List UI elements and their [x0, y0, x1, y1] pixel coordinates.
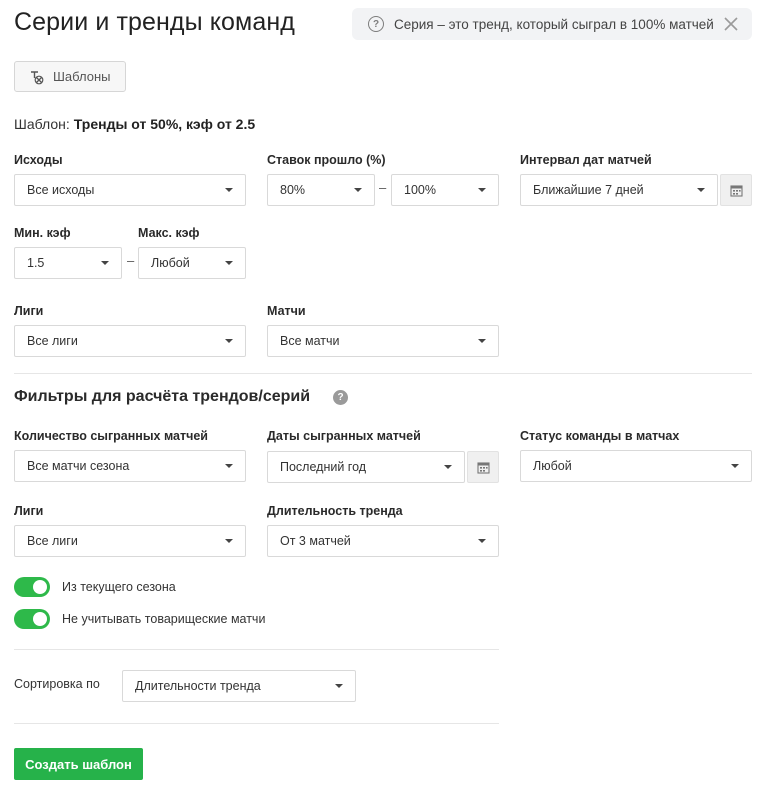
- chevron-down-icon: [444, 465, 452, 469]
- trend-leagues-value: Все лиги: [27, 534, 78, 548]
- hint-text: Серия – это тренд, который сыграл в 100%…: [394, 16, 714, 32]
- page-title: Серии и тренды команд: [14, 8, 295, 36]
- played-dates-label: Даты сыгранных матчей: [267, 429, 421, 443]
- played-count-select[interactable]: Все матчи сезона: [14, 450, 246, 482]
- trend-length-label: Длительность тренда: [267, 504, 403, 518]
- trend-length-value: От 3 матчей: [280, 534, 351, 548]
- matches-label: Матчи: [267, 304, 306, 318]
- played-dates-value: Последний год: [280, 460, 367, 474]
- leagues-select[interactable]: Все лиги: [14, 325, 246, 357]
- team-status-value: Любой: [533, 459, 572, 473]
- sort-value: Длительности тренда: [135, 679, 261, 693]
- exclude-friendlies-label: Не учитывать товарищеские матчи: [62, 612, 266, 626]
- trend-length-select[interactable]: От 3 матчей: [267, 525, 499, 557]
- bets-passed-from-select[interactable]: 80%: [267, 174, 375, 206]
- bets-passed-label: Ставок прошло (%): [267, 153, 386, 167]
- bets-passed-to-value: 100%: [404, 183, 436, 197]
- current-template-name: Тренды от 50%, кэф от 2.5: [73, 116, 256, 132]
- chevron-down-icon: [225, 464, 233, 468]
- bets-passed-to-select[interactable]: 100%: [391, 174, 499, 206]
- chevron-down-icon: [354, 188, 362, 192]
- played-dates-select[interactable]: Последний год: [267, 451, 465, 483]
- templates-icon: [31, 70, 44, 84]
- trend-leagues-select[interactable]: Все лиги: [14, 525, 246, 557]
- min-odds-value: 1.5: [27, 256, 45, 270]
- chevron-down-icon: [225, 261, 233, 265]
- min-odds-select[interactable]: 1.5: [14, 247, 122, 279]
- chevron-down-icon: [697, 188, 705, 192]
- outcomes-select[interactable]: Все исходы: [14, 174, 246, 206]
- exclude-friendlies-toggle[interactable]: [14, 609, 50, 629]
- team-status-select[interactable]: Любой: [520, 450, 752, 482]
- chevron-down-icon: [101, 261, 109, 265]
- date-interval-select[interactable]: Ближайшие 7 дней: [520, 174, 718, 206]
- date-interval-calendar-button[interactable]: [720, 174, 752, 206]
- templates-button-label: Шаблоны: [53, 69, 111, 84]
- sort-divider-bottom: [14, 723, 499, 724]
- chevron-down-icon: [478, 539, 486, 543]
- played-count-label: Количество сыгранных матчей: [14, 429, 208, 443]
- range-separator: –: [127, 253, 135, 268]
- current-season-label: Из текущего сезона: [62, 580, 176, 594]
- current-season-toggle[interactable]: [14, 577, 50, 597]
- range-separator: –: [379, 180, 387, 195]
- trend-filters-title: Фильтры для расчёта трендов/серий: [14, 388, 311, 405]
- calendar-icon: [476, 461, 490, 474]
- close-icon[interactable]: [722, 15, 740, 33]
- current-template: Шаблон: Тренды от 50%, кэф от 2.5: [14, 116, 255, 132]
- date-interval-value: Ближайшие 7 дней: [533, 183, 644, 197]
- outcomes-value: Все исходы: [27, 183, 95, 197]
- matches-select[interactable]: Все матчи: [267, 325, 499, 357]
- section-divider: [14, 373, 752, 374]
- min-odds-label: Мин. кэф: [14, 226, 71, 240]
- calendar-icon: [729, 184, 743, 197]
- matches-value: Все матчи: [280, 334, 340, 348]
- help-icon[interactable]: ?: [333, 390, 348, 405]
- team-status-label: Статус команды в матчах: [520, 429, 680, 443]
- create-template-button[interactable]: Создать шаблон: [14, 748, 143, 780]
- chevron-down-icon: [478, 339, 486, 343]
- templates-button[interactable]: Шаблоны: [14, 61, 126, 92]
- current-template-prefix: Шаблон:: [14, 116, 70, 132]
- hint-banner: ? Серия – это тренд, который сыграл в 10…: [352, 8, 752, 40]
- played-count-value: Все матчи сезона: [27, 459, 130, 473]
- date-interval-label: Интервал дат матчей: [520, 153, 652, 167]
- sort-label: Сортировка по: [14, 677, 100, 691]
- trend-leagues-label: Лиги: [14, 504, 44, 518]
- outcomes-label: Исходы: [14, 153, 63, 167]
- chevron-down-icon: [335, 684, 343, 688]
- sort-select[interactable]: Длительности тренда: [122, 670, 356, 702]
- chevron-down-icon: [225, 539, 233, 543]
- chevron-down-icon: [225, 339, 233, 343]
- question-icon: ?: [368, 16, 384, 32]
- max-odds-value: Любой: [151, 256, 190, 270]
- max-odds-select[interactable]: Любой: [138, 247, 246, 279]
- leagues-value: Все лиги: [27, 334, 78, 348]
- chevron-down-icon: [478, 188, 486, 192]
- leagues-label: Лиги: [14, 304, 44, 318]
- sort-divider-top: [14, 649, 499, 650]
- bets-passed-from-value: 80%: [280, 183, 306, 197]
- played-dates-calendar-button[interactable]: [467, 451, 499, 483]
- max-odds-label: Макс. кэф: [138, 226, 200, 240]
- chevron-down-icon: [225, 188, 233, 192]
- chevron-down-icon: [731, 464, 739, 468]
